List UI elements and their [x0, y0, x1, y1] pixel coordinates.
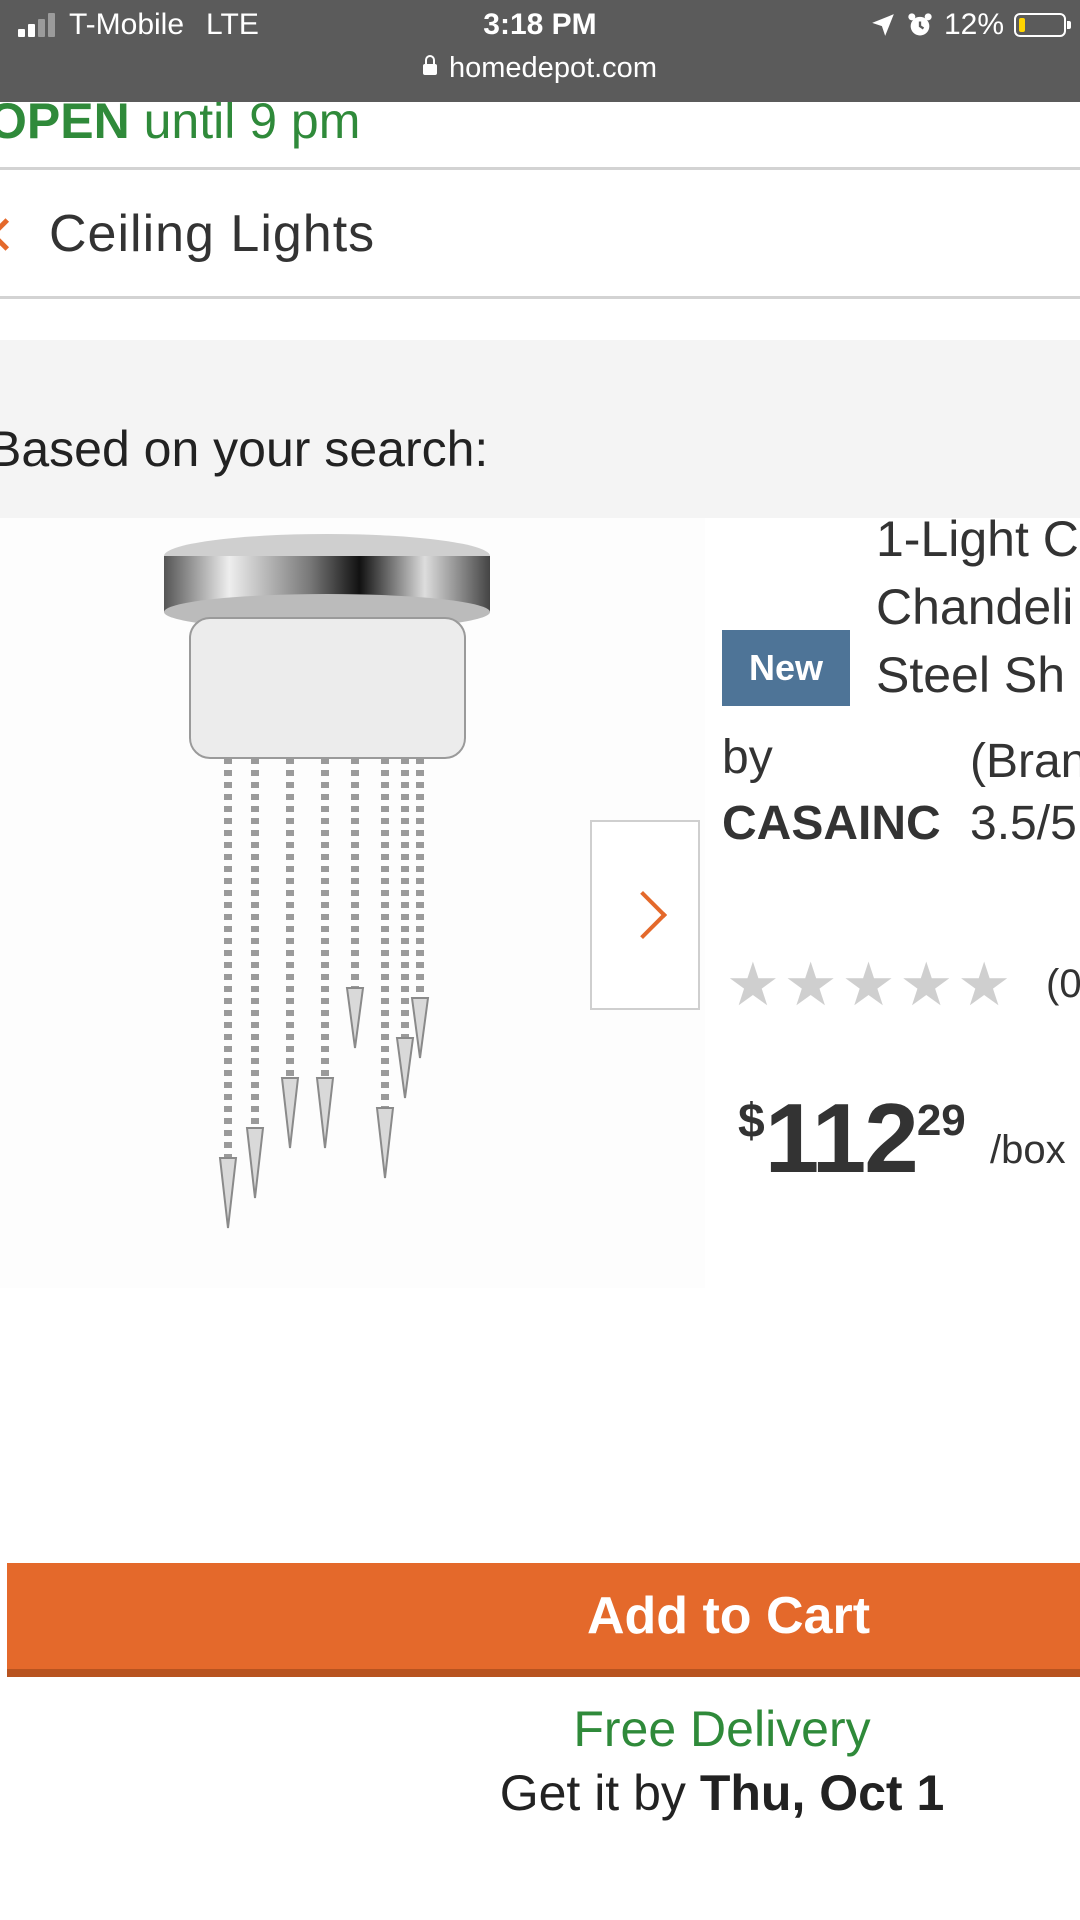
next-image-button[interactable] [590, 820, 700, 1010]
battery-percent: 12% [943, 8, 1004, 41]
brand-extra-1: (Bran [970, 735, 1080, 788]
new-badge: New [722, 630, 850, 706]
address-bar[interactable]: homedepot.com [0, 52, 1080, 85]
star-icon: ★ [726, 951, 780, 1018]
lock-icon [423, 54, 438, 75]
product-title-line-1[interactable]: 1-Light C [876, 510, 1079, 568]
battery-icon [1014, 13, 1071, 37]
brand-name[interactable]: CASAINC [722, 796, 941, 851]
brand-extra-2: 3.5/5 [970, 797, 1077, 850]
add-to-cart-button[interactable]: Add to Cart [7, 1563, 1080, 1677]
price-currency: $ [738, 1095, 765, 1148]
star-icon: ★ [783, 951, 838, 1018]
breadcrumb-label[interactable]: Ceiling Lights [49, 204, 375, 264]
star-icon: ★ [899, 951, 954, 1018]
url-text: homedepot.com [449, 52, 657, 84]
rating-stars[interactable]: ★ ★ ★ ★ ★ [726, 955, 1011, 1015]
alarm-icon [908, 13, 932, 36]
star-icon: ★ [957, 951, 1011, 1018]
status-bar: T-Mobile LTE 3:18 PM 12% homedepot.com [0, 0, 1080, 102]
delivery-date: Get it by Thu, Oct 1 [0, 1764, 1080, 1822]
recommendations-heading: Based on your search: [0, 421, 489, 477]
price-cents: 29 [916, 1096, 966, 1145]
breadcrumb[interactable]: Ceiling Lights [0, 170, 1080, 298]
location-arrow-icon [872, 14, 894, 36]
free-delivery-label: Free Delivery [573, 1701, 871, 1757]
price-unit: /box [990, 1128, 1066, 1172]
by-label: by [722, 731, 773, 784]
divider [0, 296, 1080, 299]
price: $11229 [738, 1082, 966, 1195]
star-icon: ★ [841, 951, 896, 1018]
add-to-cart-label: Add to Cart [586, 1587, 871, 1645]
chevron-left-icon[interactable] [0, 217, 22, 251]
product-title-line-3[interactable]: Steel Sh [876, 646, 1065, 704]
get-it-by-label: Get it by [499, 1765, 686, 1821]
chevron-right-icon [618, 890, 668, 940]
price-dollars: 112 [764, 1083, 919, 1193]
status-indicators: 12% [870, 8, 1071, 42]
review-count[interactable]: (0 [1046, 962, 1080, 1007]
product-title-line-2[interactable]: Chandeli [876, 578, 1073, 636]
delivery-date-value: Thu, Oct 1 [699, 1765, 945, 1821]
